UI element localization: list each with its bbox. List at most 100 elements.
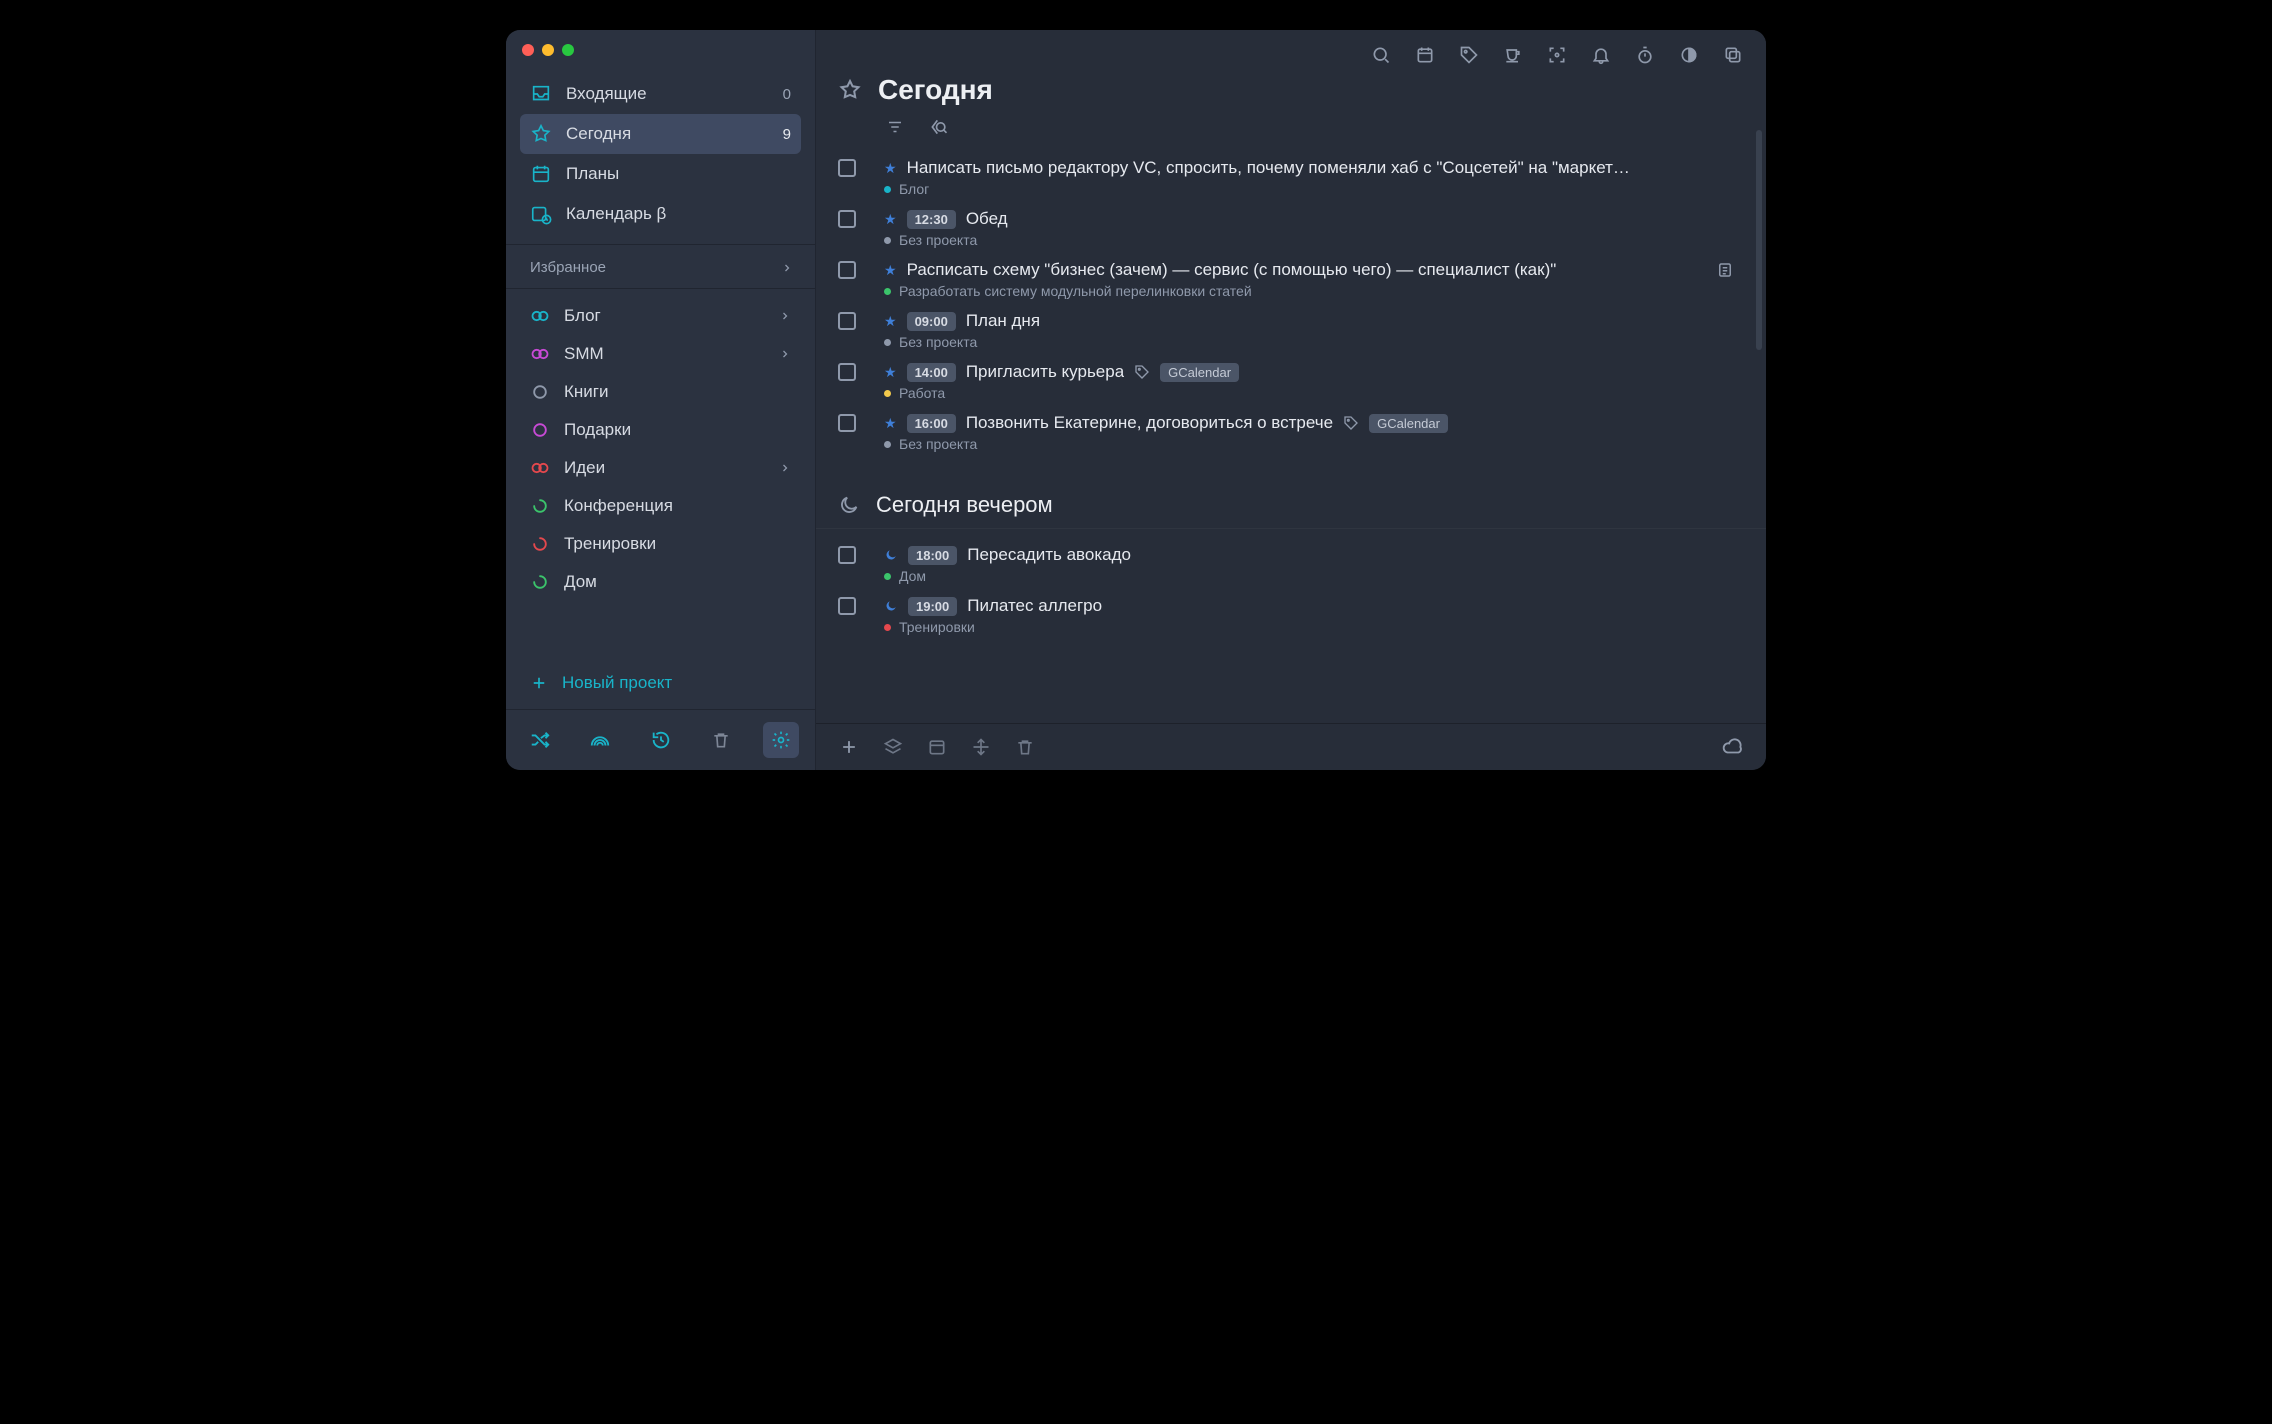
history-button[interactable] xyxy=(643,722,679,758)
sidebar-item-calendar[interactable]: Календарь β xyxy=(520,194,801,234)
schedule-button[interactable] xyxy=(926,736,948,758)
project-dot-icon xyxy=(884,288,891,295)
project-dot-icon xyxy=(884,339,891,346)
task-time-badge: 14:00 xyxy=(907,363,956,382)
sidebar-item-today[interactable]: Сегодня 9 xyxy=(520,114,801,154)
sidebar-project[interactable]: Блог xyxy=(520,297,801,335)
tag-button[interactable] xyxy=(1458,44,1480,66)
layers-button[interactable] xyxy=(882,736,904,758)
task-checkbox[interactable] xyxy=(838,312,856,330)
task-time-badge: 16:00 xyxy=(907,414,956,433)
bottom-toolbar xyxy=(816,723,1766,770)
task-time-badge: 09:00 xyxy=(907,312,956,331)
task-tag[interactable]: GCalendar xyxy=(1160,363,1239,382)
sidebar-project[interactable]: Конференция xyxy=(520,487,801,525)
task-title: Позвонить Екатерине, договориться о встр… xyxy=(966,413,1333,433)
project-dot-icon xyxy=(884,186,891,193)
task-row[interactable]: ★14:00 Пригласить курьера GCalendar Рабо… xyxy=(838,356,1744,407)
project-label: Идеи xyxy=(564,458,605,478)
task-checkbox[interactable] xyxy=(838,210,856,228)
cup-button[interactable] xyxy=(1502,44,1524,66)
sidebar-item-plans[interactable]: Планы xyxy=(520,154,801,194)
filter-button[interactable] xyxy=(884,116,906,138)
task-row[interactable]: ★ Написать письмо редактору VC, спросить… xyxy=(838,152,1744,203)
task-row[interactable]: ★09:00 План дня Без проекта xyxy=(838,305,1744,356)
project-icon xyxy=(530,420,550,440)
sidebar-item-label: Планы xyxy=(566,164,619,184)
window-close-button[interactable] xyxy=(522,44,534,56)
project-icon xyxy=(530,306,550,326)
project-dot-icon xyxy=(884,237,891,244)
project-dot-icon xyxy=(884,390,891,397)
project-label: Конференция xyxy=(564,496,673,516)
delete-button[interactable] xyxy=(1014,736,1036,758)
contrast-button[interactable] xyxy=(1678,44,1700,66)
sidebar-item-label: Сегодня xyxy=(566,124,631,144)
plus-icon xyxy=(530,674,548,692)
page-title: Сегодня xyxy=(878,74,993,106)
project-icon xyxy=(530,382,550,402)
star-filled-icon: ★ xyxy=(884,160,897,177)
focus-button[interactable] xyxy=(1546,44,1568,66)
project-icon xyxy=(530,534,550,554)
tag-icon xyxy=(1134,364,1150,380)
sidebar-item-inbox[interactable]: Входящие 0 xyxy=(520,74,801,114)
main-scrollbar[interactable] xyxy=(1756,130,1762,350)
task-row[interactable]: 19:00 Пилатес аллегро Тренировки xyxy=(838,590,1744,641)
project-label: Книги xyxy=(564,382,608,402)
main-pane: Сегодня ★ Написать письмо редактору VC, … xyxy=(816,30,1766,770)
task-title: План дня xyxy=(966,311,1040,331)
task-row[interactable]: ★16:00 Позвонить Екатерине, договориться… xyxy=(838,407,1744,458)
cloud-sync-button[interactable] xyxy=(1722,736,1744,758)
project-label: Тренировки xyxy=(564,534,656,554)
toolbar xyxy=(816,30,1766,70)
sidebar-project[interactable]: SMM xyxy=(520,335,801,373)
sidebar-project-list: Блог SMM Книги Подарки Идеи Конференция … xyxy=(506,289,815,663)
task-checkbox[interactable] xyxy=(838,261,856,279)
project-icon xyxy=(530,496,550,516)
rainbow-button[interactable] xyxy=(582,722,618,758)
sidebar-section-favorites[interactable]: Избранное xyxy=(506,244,815,289)
task-project-label: Работа xyxy=(884,385,1734,401)
star-filled-icon: ★ xyxy=(884,211,897,228)
plans-icon xyxy=(530,163,552,185)
sidebar-project[interactable]: Подарки xyxy=(520,411,801,449)
calendar-button[interactable] xyxy=(1414,44,1436,66)
star-filled-icon: ★ xyxy=(884,262,897,279)
window-minimize-button[interactable] xyxy=(542,44,554,56)
sidebar-item-count: 0 xyxy=(783,86,791,103)
task-checkbox[interactable] xyxy=(838,363,856,381)
search-in-list-button[interactable] xyxy=(928,116,950,138)
task-tag[interactable]: GCalendar xyxy=(1369,414,1448,433)
task-row[interactable]: 18:00 Пересадить авокадо Дом xyxy=(838,539,1744,590)
shuffle-button[interactable] xyxy=(522,722,558,758)
task-checkbox[interactable] xyxy=(838,414,856,432)
sidebar-project[interactable]: Дом xyxy=(520,563,801,601)
search-button[interactable] xyxy=(1370,44,1392,66)
bell-button[interactable] xyxy=(1590,44,1612,66)
task-group-evening[interactable]: Сегодня вечером xyxy=(816,468,1766,529)
task-row[interactable]: ★12:30 Обед Без проекта xyxy=(838,203,1744,254)
moon-icon xyxy=(884,599,898,613)
window-traffic-lights xyxy=(506,30,815,74)
sidebar-item-label: Календарь β xyxy=(566,204,666,224)
task-checkbox[interactable] xyxy=(838,597,856,615)
task-checkbox[interactable] xyxy=(838,159,856,177)
task-checkbox[interactable] xyxy=(838,546,856,564)
sidebar-project[interactable]: Тренировки xyxy=(520,525,801,563)
task-row[interactable]: ★ Расписать схему "бизнес (зачем) — серв… xyxy=(838,254,1744,305)
task-time-badge: 12:30 xyxy=(907,210,956,229)
settings-button[interactable] xyxy=(763,722,799,758)
stopwatch-button[interactable] xyxy=(1634,44,1656,66)
sidebar-project[interactable]: Книги xyxy=(520,373,801,411)
sidebar-project[interactable]: Идеи xyxy=(520,449,801,487)
moon-icon xyxy=(884,548,898,562)
window-zoom-button[interactable] xyxy=(562,44,574,56)
project-label: Подарки xyxy=(564,420,631,440)
move-button[interactable] xyxy=(970,736,992,758)
task-title: Пригласить курьера xyxy=(966,362,1124,382)
copy-button[interactable] xyxy=(1722,44,1744,66)
add-task-button[interactable] xyxy=(838,736,860,758)
sidebar-new-project[interactable]: Новый проект xyxy=(520,663,801,703)
trash-button[interactable] xyxy=(703,722,739,758)
